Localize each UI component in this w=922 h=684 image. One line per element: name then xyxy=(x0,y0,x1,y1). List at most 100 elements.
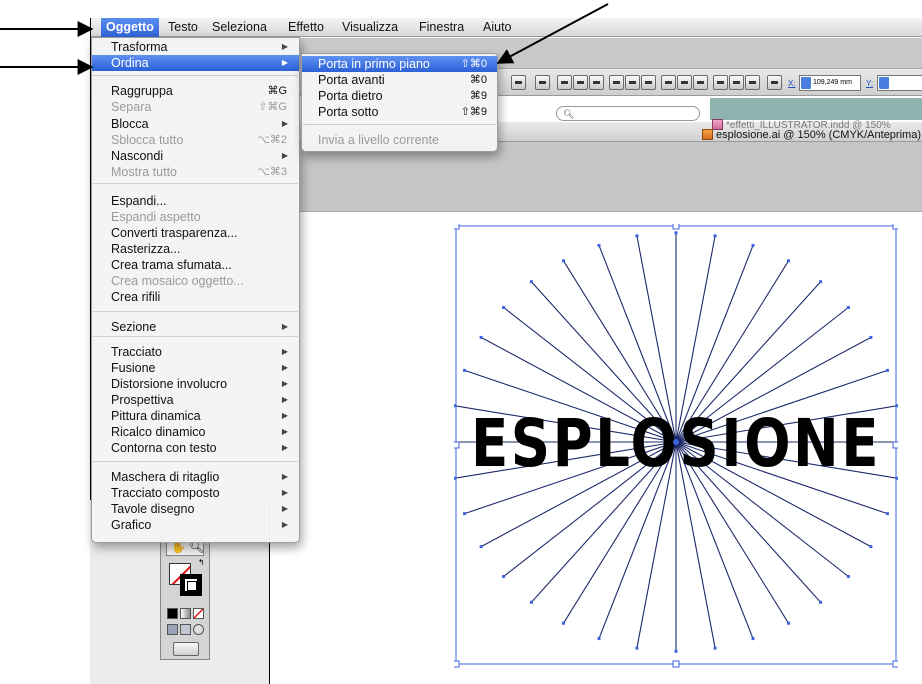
menu-item-crea-trama-sfumata[interactable]: Crea trama sfumata... xyxy=(92,257,299,273)
align-top-button[interactable] xyxy=(609,75,624,90)
distribute-bottom-button[interactable] xyxy=(693,75,708,90)
resize-handle[interactable] xyxy=(672,660,680,668)
menu-shortcut: ⌥⌘3 xyxy=(257,166,287,178)
menu-item-label: Invia a livello corrente xyxy=(318,133,439,147)
anchor-point xyxy=(787,621,790,625)
align-center-button[interactable] xyxy=(573,75,588,90)
fill-stroke-selector[interactable] xyxy=(169,563,203,597)
submenu-item-porta-in-primo-piano[interactable]: Porta in primo piano ⇧⌘0 xyxy=(302,56,497,72)
resize-handle[interactable] xyxy=(892,441,898,449)
search-field[interactable]: 🔍︎ xyxy=(556,106,700,121)
draw-inside-icon[interactable] xyxy=(193,624,204,635)
screen-mode-button[interactable] xyxy=(173,642,199,656)
menu-item-rasterizza[interactable]: Rasterizza... xyxy=(92,241,299,257)
resize-handle[interactable] xyxy=(454,224,460,230)
explosion-artwork[interactable]: ESPLOSIONE xyxy=(454,224,898,668)
menu-item-label: Grafico xyxy=(111,518,152,532)
menu-item-blocca[interactable]: Blocca ▶ xyxy=(92,116,299,132)
menu-finestra[interactable]: Finestra xyxy=(414,18,469,37)
gradient-icon[interactable] xyxy=(180,608,191,619)
menu-item-label: Crea rifili xyxy=(111,290,161,304)
anchor-point xyxy=(751,637,755,641)
menu-oggetto[interactable]: Oggetto xyxy=(101,18,159,37)
menu-item-prospettiva[interactable]: Prospettiva ▶ xyxy=(92,392,299,408)
stroke-swatch[interactable] xyxy=(180,574,202,596)
transform-reference-point[interactable] xyxy=(767,75,782,90)
anchor-point xyxy=(674,231,678,235)
resize-handle[interactable] xyxy=(672,224,680,230)
menu-item-fusione[interactable]: Fusione ▶ xyxy=(92,360,299,376)
center-point xyxy=(673,439,679,445)
menu-item-tavole-disegno[interactable]: Tavole disegno ▶ xyxy=(92,501,299,517)
color-icon[interactable] xyxy=(167,608,178,619)
y-position-field[interactable] xyxy=(877,75,922,91)
align-right-button[interactable] xyxy=(589,75,604,90)
submenu-arrow-icon: ▶ xyxy=(281,347,288,356)
menu-item-label: Crea mosaico oggetto... xyxy=(111,274,244,288)
menu-item-ordina[interactable]: Ordina ▶ xyxy=(92,55,299,71)
resize-handle[interactable] xyxy=(454,441,460,449)
menu-testo[interactable]: Testo xyxy=(163,18,203,37)
menu-item-trasforma[interactable]: Trasforma ▶ xyxy=(92,39,299,55)
menu-item-grafico[interactable]: Grafico ▶ xyxy=(92,517,299,533)
menu-seleziona[interactable]: Seleziona xyxy=(207,18,272,37)
menu-item-tracciato-composto[interactable]: Tracciato composto ▶ xyxy=(92,485,299,501)
align-options-button[interactable] xyxy=(535,75,550,90)
menu-item-crea-rifili[interactable]: Crea rifili xyxy=(92,289,299,305)
distribute-right-button[interactable] xyxy=(745,75,760,90)
menu-item-mostra-tutto: Mostra tutto ⌥⌘3 xyxy=(92,164,299,180)
anchor-point xyxy=(885,512,889,516)
draw-behind-icon[interactable] xyxy=(180,624,191,635)
anchor-point xyxy=(869,545,873,549)
menu-effetto[interactable]: Effetto xyxy=(283,18,329,37)
menu-item-distorsione-involucro[interactable]: Distorsione involucro ▶ xyxy=(92,376,299,392)
submenu-item-porta-avanti[interactable]: Porta avanti ⌘0 xyxy=(302,72,497,88)
submenu-arrow-icon: ▶ xyxy=(281,363,288,372)
x-position-field[interactable]: 109,249 mm xyxy=(799,75,861,91)
menu-item-label: Tavole disegno xyxy=(111,502,195,516)
menu-item-sezione[interactable]: Sezione ▶ xyxy=(92,319,299,335)
align-left-button[interactable] xyxy=(557,75,572,90)
menu-item-label: Porta dietro xyxy=(318,89,383,103)
menu-item-label: Rasterizza... xyxy=(111,242,181,256)
menu-item-maschera-di-ritaglio[interactable]: Maschera di ritaglio ▶ xyxy=(92,469,299,485)
recolor-artwork-button[interactable] xyxy=(511,75,526,90)
submenu-item-porta-sotto[interactable]: Porta sotto ⇧⌘9 xyxy=(302,104,497,120)
menu-item-ricalco-dinamico[interactable]: Ricalco dinamico ▶ xyxy=(92,424,299,440)
draw-normal-icon[interactable] xyxy=(167,624,178,635)
anchor-point xyxy=(479,335,483,339)
menu-item-tracciato[interactable]: Tracciato ▶ xyxy=(92,344,299,360)
align-middle-button[interactable] xyxy=(625,75,640,90)
menu-item-label: Tracciato xyxy=(111,345,162,359)
none-icon[interactable] xyxy=(193,608,204,619)
resize-handle[interactable] xyxy=(454,660,460,668)
align-bottom-button[interactable] xyxy=(641,75,656,90)
distribute-top-button[interactable] xyxy=(661,75,676,90)
menu-shortcut: ⌘G xyxy=(267,85,287,97)
swap-fill-stroke-icon[interactable]: ↰ xyxy=(198,558,205,567)
x-stepper-icon[interactable] xyxy=(801,77,811,89)
menu-visualizza[interactable]: Visualizza xyxy=(337,18,403,37)
menu-item-converti-trasparenza[interactable]: Converti trasparenza... xyxy=(92,225,299,241)
distribute-center-button[interactable] xyxy=(729,75,744,90)
menu-item-pittura-dinamica[interactable]: Pittura dinamica ▶ xyxy=(92,408,299,424)
y-stepper-icon[interactable] xyxy=(879,77,889,89)
anchor-point xyxy=(529,280,533,284)
menu-aiuto[interactable]: Aiuto xyxy=(478,18,517,37)
menu-item-raggruppa[interactable]: Raggruppa ⌘G xyxy=(92,83,299,99)
menu-item-label: Sezione xyxy=(111,320,157,334)
menu-item-nascondi[interactable]: Nascondi ▶ xyxy=(92,148,299,164)
tab-esplosione-document[interactable]: esplosione.ai @ 150% (CMYK/Anteprima) xyxy=(702,129,921,141)
submenu-item-invia-a-livello-corrente: Invia a livello corrente xyxy=(302,132,497,148)
distribute-left-button[interactable] xyxy=(713,75,728,90)
distribute-middle-button[interactable] xyxy=(677,75,692,90)
menu-item-espandi[interactable]: Espandi... xyxy=(92,193,299,209)
anchor-point xyxy=(674,649,678,653)
submenu-item-porta-dietro[interactable]: Porta dietro ⌘9 xyxy=(302,88,497,104)
menu-separator xyxy=(93,336,298,337)
resize-handle[interactable] xyxy=(892,660,898,668)
menu-item-label: Separa xyxy=(111,100,152,114)
menu-item-contorna-con-testo[interactable]: Contorna con testo ▶ xyxy=(92,440,299,456)
menu-separator xyxy=(93,461,298,462)
resize-handle[interactable] xyxy=(892,224,898,230)
